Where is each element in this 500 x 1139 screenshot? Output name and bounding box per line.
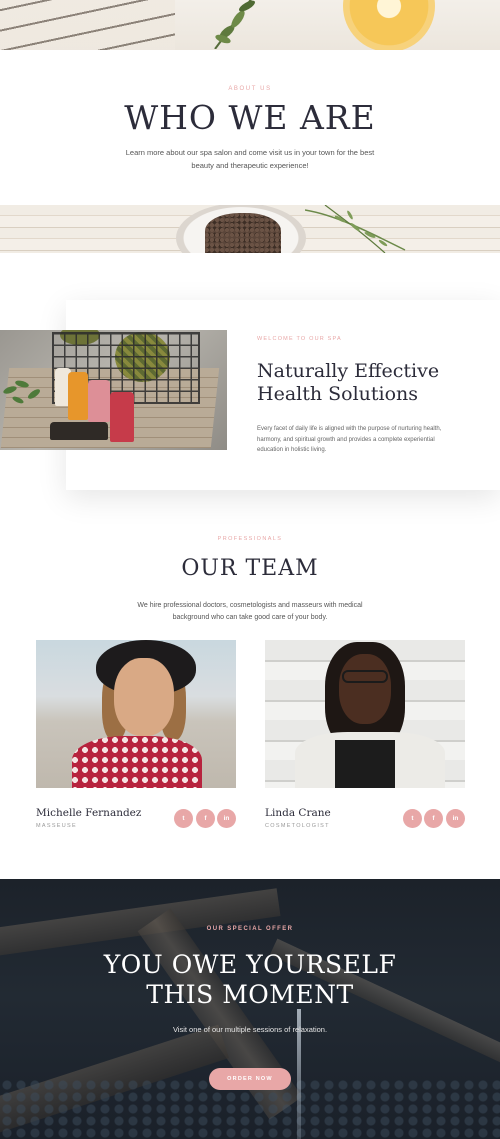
special-offer-section: OUR SPECIAL OFFER YOU OWE YOURSELF THIS … bbox=[0, 879, 500, 1139]
face bbox=[114, 658, 174, 736]
member-role-michelle: MASSEUSE bbox=[36, 823, 77, 829]
spa-products-image bbox=[0, 330, 227, 450]
offer-title: YOU OWE YOURSELF THIS MOMENT bbox=[0, 950, 500, 1010]
member-photo-michelle bbox=[36, 640, 236, 788]
about-section: ABOUT US WHO WE ARE Learn more about our… bbox=[0, 50, 500, 205]
offer-eyebrow: OUR SPECIAL OFFER bbox=[206, 926, 294, 932]
header-photo-strip bbox=[0, 0, 500, 50]
twitter-icon[interactable]: t bbox=[403, 809, 422, 828]
face bbox=[339, 654, 391, 724]
about-text: Learn more about our spa salon and come … bbox=[125, 148, 375, 170]
team-title: OUR TEAM bbox=[181, 556, 319, 581]
order-now-button[interactable]: ORDER NOW bbox=[209, 1068, 291, 1090]
member-name-michelle: Michelle Fernandez bbox=[36, 807, 142, 819]
about-eyebrow: ABOUT US bbox=[228, 86, 272, 92]
offer-title-line-1: YOU OWE YOURSELF bbox=[103, 950, 397, 979]
member-role-linda: COSMETOLOGIST bbox=[265, 823, 330, 829]
bottle-pink bbox=[88, 380, 110, 422]
facebook-icon[interactable]: f bbox=[424, 809, 443, 828]
green-leaves bbox=[3, 380, 40, 404]
welcome-text: Every facet of daily life is aligned wit… bbox=[257, 426, 442, 453]
member-photo-linda bbox=[265, 640, 465, 788]
floral-top bbox=[72, 736, 202, 788]
linkedin-icon[interactable]: in bbox=[217, 809, 236, 828]
black-top bbox=[335, 740, 395, 788]
bottle-orange bbox=[68, 372, 88, 420]
facebook-icon[interactable]: f bbox=[196, 809, 215, 828]
lemon-slice-image bbox=[343, 0, 435, 50]
herb-sprig-image bbox=[214, 0, 255, 49]
bottle-dark bbox=[50, 422, 108, 440]
striped-cloth-image bbox=[0, 0, 175, 50]
welcome-title: Naturally Effective Health Solutions bbox=[257, 360, 440, 405]
rosemary-image bbox=[305, 205, 406, 253]
member-name-linda: Linda Crane bbox=[265, 807, 331, 819]
about-title: WHO WE ARE bbox=[124, 98, 376, 137]
bamboo-image bbox=[0, 888, 281, 958]
linkedin-icon[interactable]: in bbox=[446, 809, 465, 828]
team-eyebrow: PROFESSIONALS bbox=[217, 536, 283, 542]
offer-text: Visit one of our multiple sessions of re… bbox=[172, 1025, 328, 1034]
glasses bbox=[342, 670, 388, 683]
bottle-red bbox=[110, 392, 134, 442]
seeds-in-bowl-image bbox=[205, 213, 281, 253]
team-text: We hire professional doctors, cosmetolog… bbox=[137, 602, 363, 621]
offer-title-line-2: THIS MOMENT bbox=[146, 980, 354, 1009]
welcome-eyebrow: WELCOME TO OUR SPA bbox=[257, 336, 342, 342]
twitter-icon[interactable]: t bbox=[174, 809, 193, 828]
